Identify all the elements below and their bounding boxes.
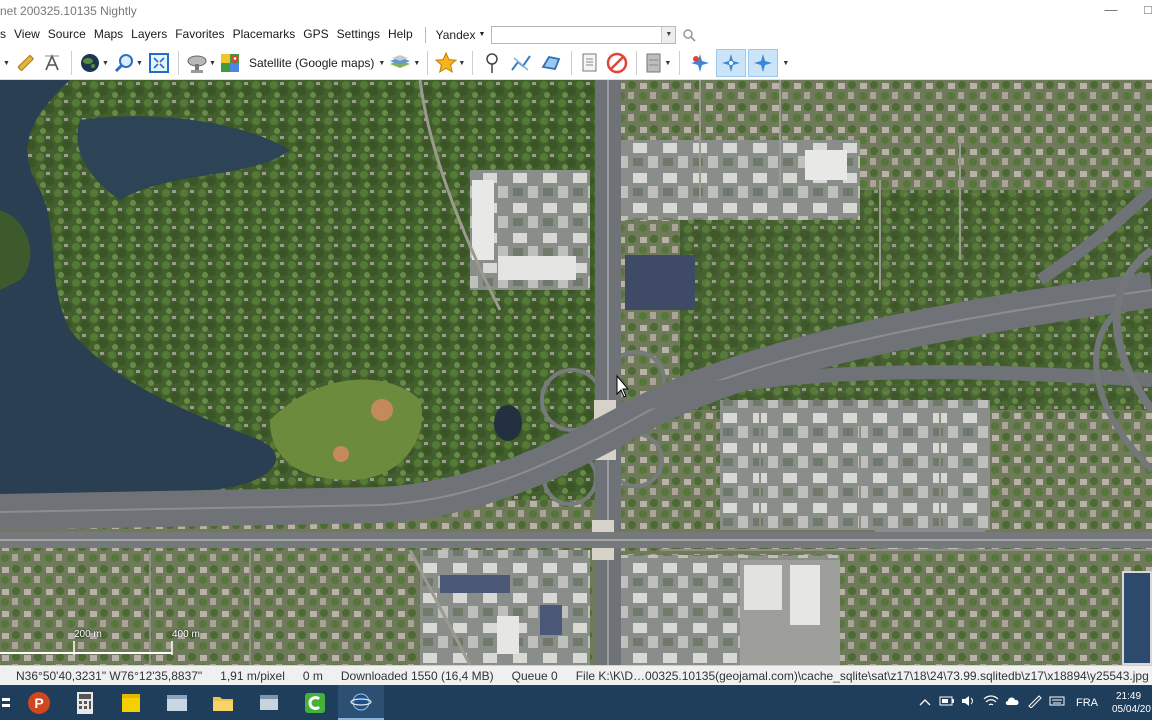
ruler-icon[interactable] <box>13 49 37 77</box>
menu-view[interactable]: View <box>10 22 44 47</box>
gps-target-icon[interactable] <box>686 49 714 77</box>
powerpoint-app-icon[interactable]: P <box>16 685 62 720</box>
menu-maps[interactable]: Maps <box>90 22 127 47</box>
app-window-icon[interactable] <box>154 685 200 720</box>
task-view-icon[interactable] <box>0 685 16 720</box>
toolbar-separator <box>636 51 638 75</box>
minimap[interactable] <box>1122 571 1152 665</box>
menu-help[interactable]: Help <box>384 22 417 47</box>
notes-icon[interactable] <box>578 49 602 77</box>
search-provider-dropdown[interactable]: Yandex ▼ <box>432 28 490 42</box>
search-input[interactable]: ▼ <box>491 25 677 44</box>
toolbar-separator <box>71 51 72 75</box>
chevron-up-icon[interactable] <box>914 696 936 710</box>
wifi-icon[interactable] <box>980 695 1002 710</box>
menu-gps[interactable]: GPS <box>299 22 332 47</box>
sticky-notes-app-icon[interactable] <box>108 685 154 720</box>
toolbar-separator <box>679 51 681 75</box>
gps-center-icon[interactable] <box>748 49 779 77</box>
system-clock[interactable]: 21:49 05/04/20 <box>1112 690 1152 716</box>
windows-taskbar: P FRA 21:49 05/04/20 <box>0 685 1152 720</box>
chevron-down-icon[interactable]: ▼ <box>1 49 11 77</box>
app-window-icon-2[interactable] <box>246 685 292 720</box>
map-layer-label: Satellite (Google maps) <box>249 56 375 70</box>
toolbar-separator <box>571 51 573 75</box>
volume-icon[interactable] <box>958 695 980 710</box>
gps-follow-icon[interactable] <box>716 49 747 77</box>
main-toolbar: ▼ ▼ ▼ ▼ Satellite (Google maps) ▼ ▼ ▼ ▼ … <box>0 47 1152 80</box>
menu-settings-partial[interactable]: s <box>0 22 10 47</box>
window-title: net 200325.10135 Nightly <box>0 4 137 18</box>
clock-time: 21:49 <box>1116 690 1142 702</box>
keyboard-icon[interactable] <box>1046 695 1068 710</box>
google-maps-icon[interactable] <box>219 49 243 77</box>
file-explorer-app-icon[interactable] <box>200 685 246 720</box>
menu-separator <box>424 26 426 43</box>
globe-icon[interactable]: ▼ <box>78 49 110 77</box>
system-tray: FRA 21:49 05/04/20 <box>914 685 1152 720</box>
cloud-icon[interactable] <box>1002 695 1024 710</box>
search-icon[interactable] <box>682 28 697 42</box>
clock-date: 05/04/20 <box>1112 703 1151 715</box>
scale-bar-ruler <box>0 641 173 655</box>
toolbar-separator <box>472 51 474 75</box>
map-viewport[interactable]: 200 m 400 m <box>0 80 1152 665</box>
cancel-icon[interactable] <box>604 49 630 77</box>
satellite-imagery <box>0 80 1152 665</box>
layers-icon[interactable]: ▼ <box>387 49 421 77</box>
status-queue: Queue 0 <box>511 668 558 683</box>
menu-settings[interactable]: Settings <box>333 22 384 47</box>
cache-icon[interactable]: ▼ <box>643 49 673 77</box>
map-scale-bar: 200 m 400 m <box>0 629 210 659</box>
text-tool-icon[interactable] <box>39 49 65 77</box>
camtasia-app-icon[interactable] <box>292 685 338 720</box>
favorites-star-icon[interactable]: ▼ <box>434 49 466 77</box>
pen-icon[interactable] <box>1024 694 1046 711</box>
chevron-down-icon: ▼ <box>478 31 486 38</box>
map-layer-selector[interactable]: Satellite (Google maps) ▼ <box>245 49 385 77</box>
toolbar-separator <box>427 51 429 75</box>
satellite-dish-icon[interactable]: ▼ <box>185 49 217 77</box>
battery-icon[interactable] <box>936 695 958 710</box>
status-file-path: File K:\K\D…00325.10135(geojamal.com)\ca… <box>575 668 1149 683</box>
status-elevation: 0 m <box>302 668 323 683</box>
status-coordinates: N36°50'40,3231" W76°12'35,8837" <box>16 668 203 683</box>
toolbar-separator <box>178 51 179 75</box>
polygon-icon[interactable] <box>537 49 565 77</box>
status-bar: N36°50'40,3231" W76°12'35,8837" 1,91 m/p… <box>0 665 1152 685</box>
zoom-icon[interactable]: ▼ <box>112 49 144 77</box>
maximize-button[interactable]: □ <box>1133 0 1152 22</box>
minimize-button[interactable]: — <box>1096 0 1126 22</box>
calculator-app-icon[interactable] <box>62 685 108 720</box>
title-bar: net 200325.10135 Nightly — □ <box>0 0 1152 22</box>
search-provider-label: Yandex <box>435 27 476 42</box>
input-language[interactable]: FRA <box>1076 697 1098 709</box>
placemark-pin-icon[interactable] <box>479 49 505 77</box>
menu-bar: s View Source Maps Layers Favorites Plac… <box>0 22 1152 47</box>
path-icon[interactable] <box>507 49 535 77</box>
sasplanet-app-icon[interactable] <box>338 685 384 720</box>
status-downloaded: Downloaded 1550 (16,4 MB) <box>340 668 494 683</box>
chevron-down-icon[interactable]: ▼ <box>661 26 676 43</box>
status-resolution: 1,91 m/pixel <box>220 668 285 683</box>
svg-text:P: P <box>34 695 43 711</box>
chevron-down-icon[interactable]: ▼ <box>780 49 790 77</box>
menu-placemarks[interactable]: Placemarks <box>229 22 300 47</box>
menu-source[interactable]: Source <box>44 22 90 47</box>
fullscreen-icon[interactable] <box>146 49 172 77</box>
menu-favorites[interactable]: Favorites <box>171 22 228 47</box>
menu-layers[interactable]: Layers <box>127 22 171 47</box>
